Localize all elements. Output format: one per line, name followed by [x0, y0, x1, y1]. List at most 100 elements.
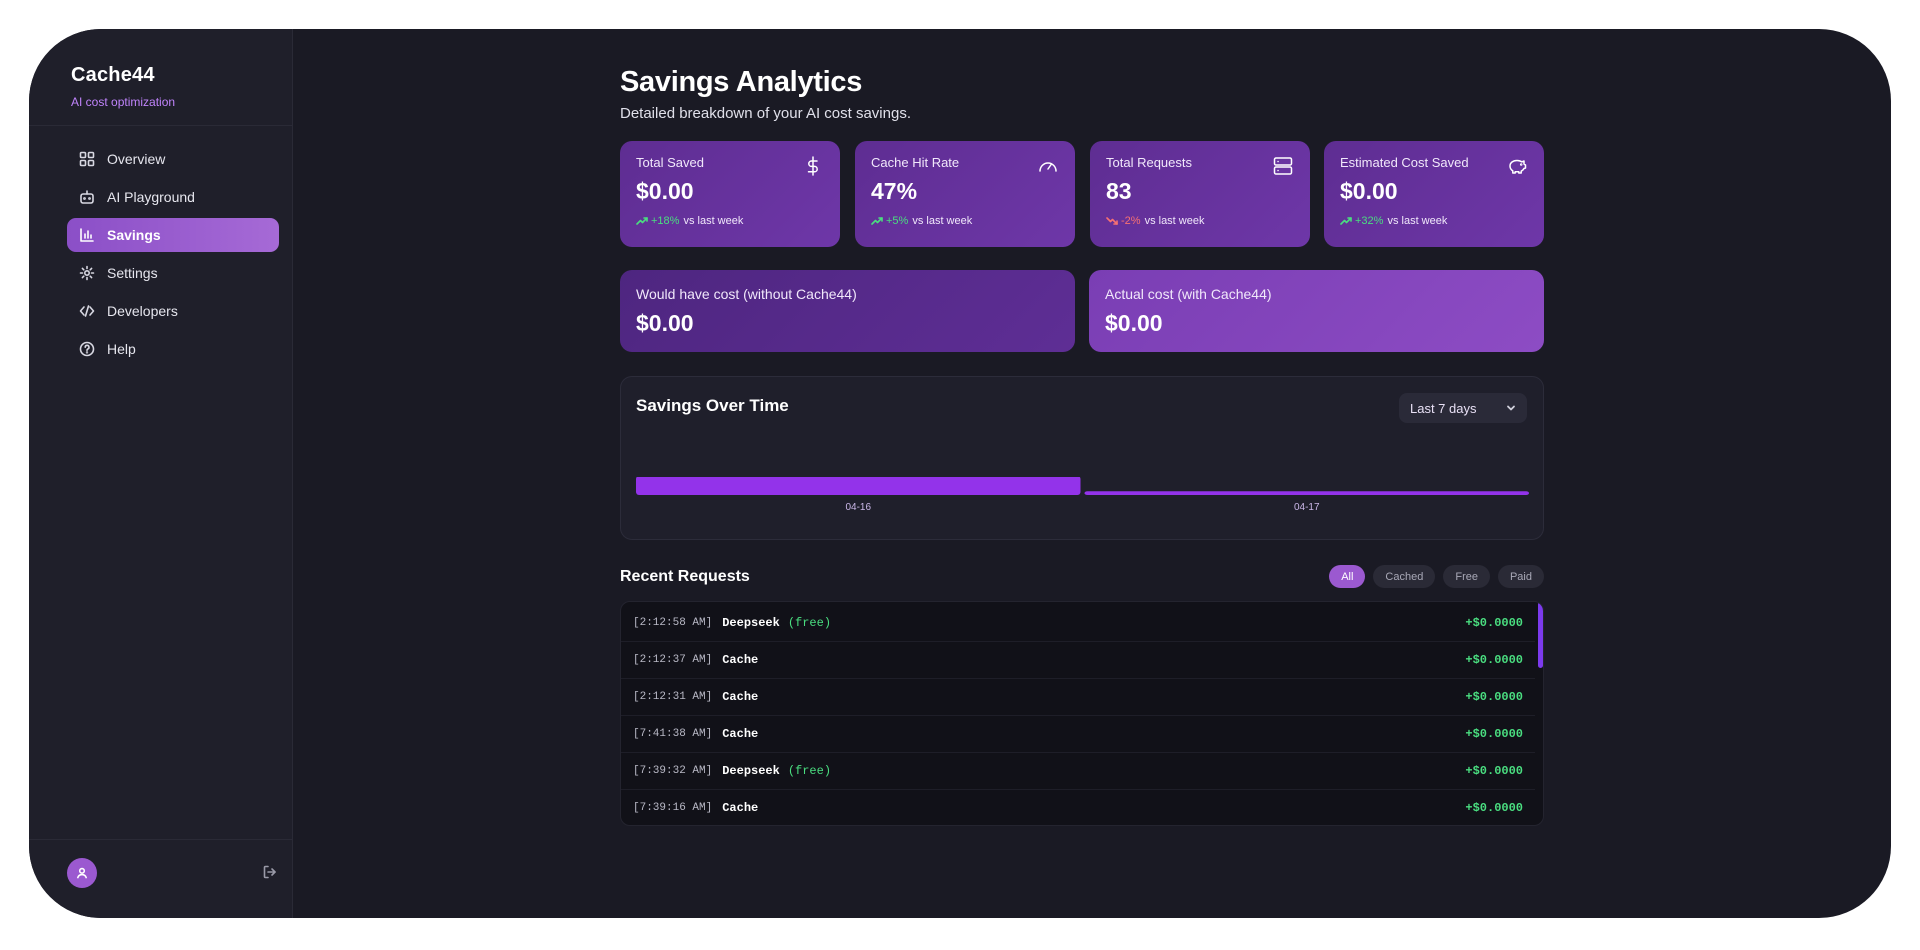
dollar-icon	[802, 155, 824, 177]
request-row: [2:12:58 AM] Deepseek (free) +$0.0000	[621, 605, 1535, 642]
request-amount: +$0.0000	[1465, 801, 1523, 815]
brand-name: Cache44	[71, 64, 155, 86]
brand: Cache44 AI cost optimization	[71, 64, 175, 109]
filter-paid[interactable]: Paid	[1497, 565, 1544, 588]
sidebar-item-overview[interactable]: Overview	[67, 142, 279, 176]
stat-card-estimated-cost-saved: Estimated Cost Saved $0.00 +32% vs last …	[1324, 141, 1544, 247]
savings-chart-card: Savings Over Time Last 7 days 04-16 04-17	[620, 376, 1544, 540]
sidebar-item-settings[interactable]: Settings	[67, 256, 279, 290]
request-amount: +$0.0000	[1465, 727, 1523, 741]
stat-card-total-requests: Total Requests 83 -2% vs last week	[1090, 141, 1310, 247]
request-tag: (free)	[787, 764, 832, 778]
request-filters: All Cached Free Paid	[1329, 565, 1544, 588]
range-select-value: Last 7 days	[1410, 400, 1477, 416]
stat-label: Estimated Cost Saved	[1340, 155, 1469, 170]
request-row: [2:12:37 AM] Cache +$0.0000	[621, 642, 1535, 679]
cost-comparison: Would have cost (without Cache44) $0.00 …	[620, 270, 1544, 352]
trend-suffix: vs last week	[1144, 215, 1205, 227]
request-time: [2:12:31 AM]	[633, 691, 713, 703]
chart-title: Savings Over Time	[636, 396, 789, 415]
trend-suffix: vs last week	[683, 215, 744, 227]
chart-tick-label: 04-17	[1294, 502, 1320, 513]
cost-with-card: Actual cost (with Cache44) $0.00	[1089, 270, 1544, 352]
request-source: Cache	[722, 727, 759, 741]
request-amount: +$0.0000	[1465, 653, 1523, 667]
trend-suffix: vs last week	[1387, 215, 1448, 227]
trend-up-icon	[1340, 215, 1352, 227]
logout-button[interactable]	[262, 864, 278, 880]
trend-value: +18%	[651, 215, 680, 227]
trend-value: +5%	[886, 215, 909, 227]
trend-down-icon	[1106, 215, 1118, 227]
trend-up-icon	[871, 215, 883, 227]
sidebar-item-label: Overview	[107, 151, 166, 167]
request-amount: +$0.0000	[1465, 616, 1523, 630]
page-title: Savings Analytics	[620, 66, 863, 98]
recent-requests-list[interactable]: [2:12:58 AM] Deepseek (free) +$0.0000 [2…	[620, 601, 1544, 826]
cost-with-value: $0.00	[1105, 310, 1163, 336]
request-row: [2:12:31 AM] Cache +$0.0000	[621, 679, 1535, 716]
stats-row: Total Saved $0.00 +18% vs last week Cach…	[620, 141, 1544, 247]
request-source: Cache	[722, 801, 759, 815]
request-source: Cache	[722, 653, 759, 667]
request-time: [2:12:58 AM]	[633, 617, 713, 629]
request-row: [7:39:16 AM] Cache +$0.0000	[621, 790, 1535, 825]
brand-tagline: AI cost optimization	[71, 95, 176, 109]
sidebar-item-label: AI Playground	[107, 189, 195, 205]
sidebar-item-ai-playground[interactable]: AI Playground	[67, 180, 279, 214]
stat-trend: +5% vs last week	[871, 215, 1059, 227]
chart-bar-04-16	[636, 477, 1081, 495]
stat-card-cache-hit-rate: Cache Hit Rate 47% +5% vs last week	[855, 141, 1075, 247]
sidebar-item-help[interactable]: Help	[67, 332, 279, 366]
sidebar-item-savings[interactable]: Savings	[67, 218, 279, 252]
stat-label: Total Requests	[1106, 155, 1192, 170]
sidebar-item-developers[interactable]: Developers	[67, 294, 279, 328]
trend-suffix: vs last week	[912, 215, 973, 227]
stat-trend: +32% vs last week	[1340, 215, 1528, 227]
gauge-icon	[1037, 155, 1059, 177]
cost-without-card: Would have cost (without Cache44) $0.00	[620, 270, 1075, 352]
code-icon	[79, 303, 95, 319]
gear-icon	[79, 265, 95, 281]
request-time: [7:41:38 AM]	[633, 728, 713, 740]
app-window: Cache44 AI cost optimization Overview AI…	[29, 29, 1891, 918]
grid-icon	[79, 151, 95, 167]
cost-with-label: Actual cost (with Cache44)	[1105, 286, 1272, 302]
list-scrollbar[interactable]	[1538, 602, 1543, 668]
stat-value: 83	[1106, 178, 1132, 204]
request-amount: +$0.0000	[1465, 690, 1523, 704]
server-icon	[1272, 155, 1294, 177]
stat-card-total-saved: Total Saved $0.00 +18% vs last week	[620, 141, 840, 247]
avatar[interactable]	[67, 858, 97, 888]
request-source: Deepseek	[722, 764, 780, 778]
sidebar-divider	[29, 125, 292, 126]
sidebar-item-label: Help	[107, 341, 136, 357]
stat-trend: +18% vs last week	[636, 215, 824, 227]
sidebar-item-label: Developers	[107, 303, 178, 319]
filter-free[interactable]: Free	[1443, 565, 1490, 588]
request-time: [7:39:16 AM]	[633, 802, 713, 814]
request-time: [2:12:37 AM]	[633, 654, 713, 666]
range-select[interactable]: Last 7 days	[1399, 393, 1527, 423]
piggy-bank-icon	[1506, 155, 1528, 177]
chevron-down-icon	[1505, 402, 1517, 414]
logout-icon	[263, 865, 276, 879]
request-row: [7:39:32 AM] Deepseek (free) +$0.0000	[621, 753, 1535, 790]
page-subtitle: Detailed breakdown of your AI cost savin…	[620, 105, 911, 122]
stat-value: $0.00	[636, 178, 694, 204]
stat-trend: -2% vs last week	[1106, 215, 1294, 227]
filter-cached[interactable]: Cached	[1373, 565, 1436, 588]
filter-all[interactable]: All	[1329, 565, 1366, 588]
cost-without-value: $0.00	[636, 310, 694, 336]
sidebar-item-label: Settings	[107, 265, 158, 281]
help-circle-icon	[79, 341, 95, 357]
sidebar-footer-divider	[29, 839, 292, 840]
savings-chart: 04-16 04-17	[636, 477, 1529, 513]
request-amount: +$0.0000	[1465, 764, 1523, 778]
chart-tick-label: 04-16	[845, 502, 871, 513]
request-source: Cache	[722, 690, 759, 704]
chart-bar-04-17	[1084, 491, 1529, 495]
request-source: Deepseek	[722, 616, 780, 630]
trend-value: +32%	[1355, 215, 1384, 227]
sidebar-nav: Overview AI Playground Savings Settings	[67, 142, 279, 370]
